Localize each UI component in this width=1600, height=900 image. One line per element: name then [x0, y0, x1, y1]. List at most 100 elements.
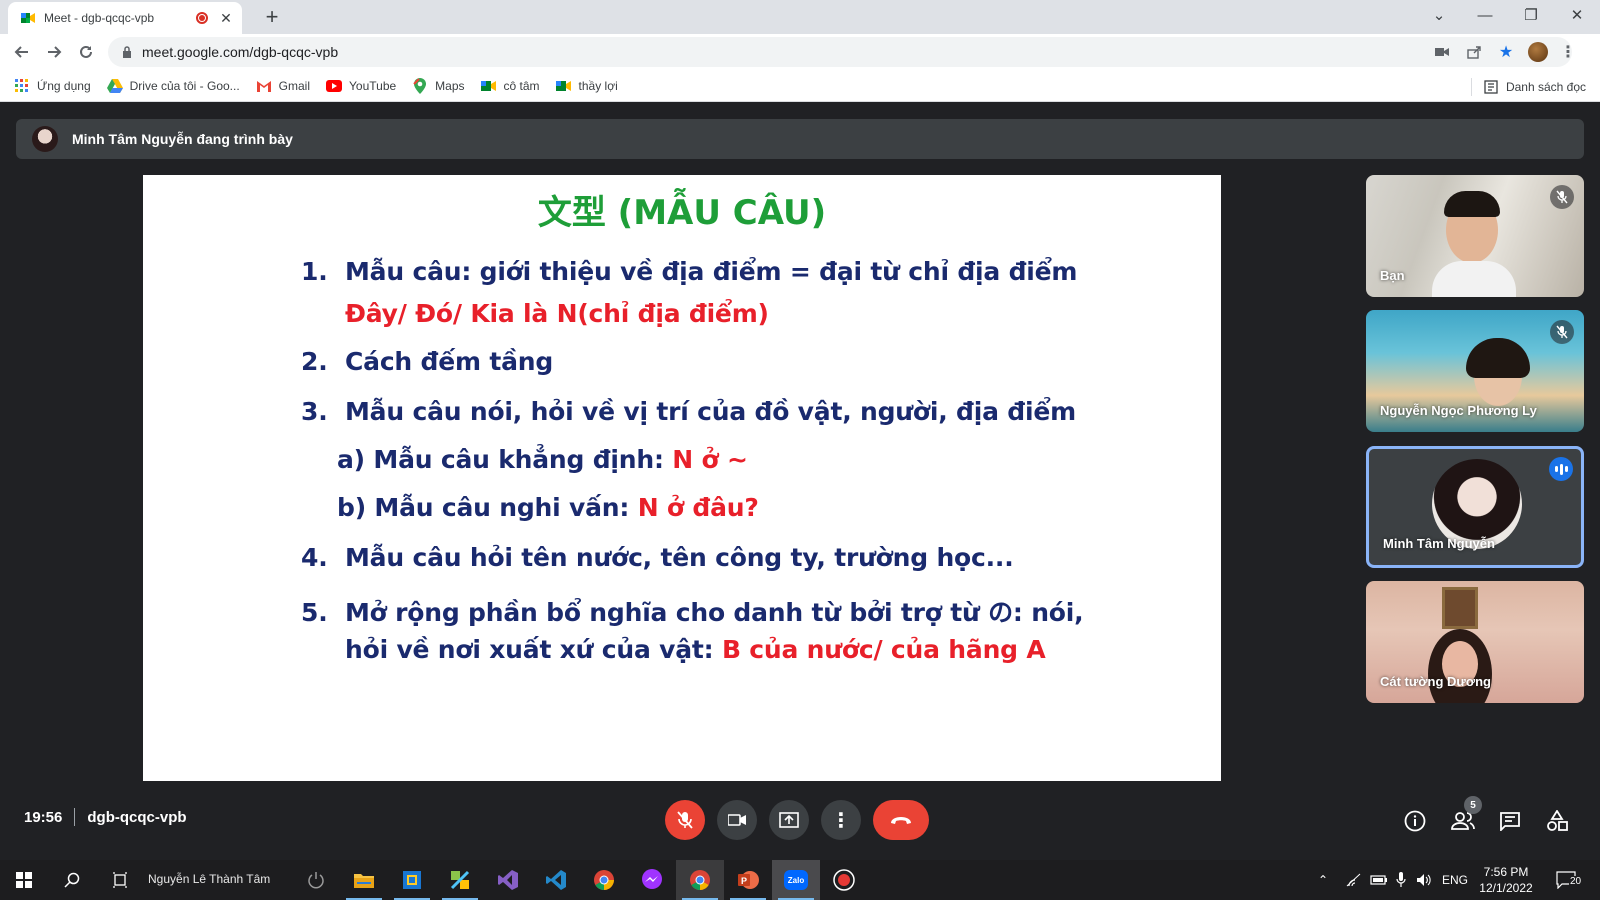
zalo-icon[interactable]: Zalo — [772, 860, 820, 900]
bookmark-star-icon[interactable]: ★ — [1496, 42, 1516, 62]
share-icon[interactable] — [1464, 42, 1484, 62]
participant-count-badge: 5 — [1464, 796, 1482, 814]
chrome-menu-icon[interactable]: ⋮ — [1558, 42, 1578, 62]
bookmark-maps[interactable]: Maps — [412, 77, 465, 94]
microphone-tray-icon[interactable] — [1396, 860, 1406, 900]
power-icon[interactable] — [292, 860, 340, 900]
start-button[interactable] — [0, 860, 48, 900]
url-bar[interactable]: meet.google.com/dgb-qcqc-vpb — [108, 37, 1572, 67]
participant-name: Nguyễn Ngọc Phương Ly — [1380, 403, 1537, 418]
slide-item-red-text: B của nước/ của hãng A — [721, 635, 1046, 664]
restore-button[interactable]: ❐ — [1508, 0, 1554, 30]
activities-button[interactable] — [1544, 808, 1570, 834]
muted-mic-icon — [1550, 185, 1574, 209]
task-view-button[interactable] — [96, 860, 144, 900]
slide-title: 文型 (MẪU CÂU) — [537, 193, 827, 233]
google-chrome-icon[interactable] — [580, 860, 628, 900]
divider — [1470, 78, 1472, 96]
bookmarks-bar: Ứng dụng Drive của tôi - Goo... Gmail Yo… — [0, 70, 1600, 102]
info-icon — [1404, 810, 1426, 832]
taskbar-clock[interactable]: 7:56 PM 12/1/2022 — [1468, 864, 1544, 896]
participant-tile-active-speaker[interactable]: Minh Tâm Nguyễn — [1366, 446, 1584, 568]
google-maps-icon — [412, 77, 428, 94]
bookmark-label: Gmail — [278, 78, 311, 93]
back-button[interactable] — [10, 40, 34, 64]
network-icon[interactable] — [1346, 860, 1362, 900]
slide-item-text: a) Mẫu câu khẳng định: — [337, 445, 673, 474]
new-tab-button[interactable]: + — [260, 4, 284, 30]
file-explorer-icon[interactable] — [340, 860, 388, 900]
show-hidden-icons[interactable]: ⌃ — [1318, 860, 1328, 900]
lock-icon — [123, 46, 131, 58]
present-screen-icon — [779, 812, 799, 828]
tab-title: Meet - dgb-qcqc-vpb — [44, 11, 155, 25]
powerpoint-icon[interactable]: P — [724, 860, 772, 900]
participant-video — [1466, 338, 1530, 378]
present-now-button[interactable] — [769, 800, 809, 840]
show-everyone-button[interactable]: 5 — [1450, 796, 1482, 834]
browser-tab-strip: Meet - dgb-qcqc-vpb ✕ + ⌄ — ❐ ✕ — [0, 0, 1600, 34]
google-chrome-active-icon[interactable] — [676, 860, 724, 900]
slide-item-number: 3. — [301, 397, 328, 426]
tab-close-icon[interactable]: ✕ — [218, 10, 234, 27]
slide-item-number: 1. — [301, 257, 328, 286]
language-indicator[interactable]: ENG — [1442, 860, 1468, 900]
microphone-toggle-button[interactable] — [665, 800, 705, 840]
app-blue-square-icon[interactable] — [388, 860, 436, 900]
bookmark-thay-loi[interactable]: thầy lợi — [555, 78, 618, 94]
reading-list-label: Danh sách đọc — [1505, 80, 1586, 94]
battery-icon[interactable] — [1370, 860, 1388, 900]
task-view-icon — [113, 872, 127, 888]
participant-tile[interactable]: Nguyễn Ngọc Phương Ly — [1366, 310, 1584, 432]
bookmark-label: Maps — [435, 78, 465, 93]
bookmark-co-tam[interactable]: cô tâm — [480, 78, 540, 94]
bookmark-youtube[interactable]: YouTube — [326, 78, 396, 94]
mic-off-icon — [677, 811, 693, 829]
chat-button[interactable] — [1497, 808, 1523, 834]
tab-meet[interactable]: Meet - dgb-qcqc-vpb ✕ — [8, 2, 242, 34]
bookmark-apps[interactable]: Ứng dụng — [14, 78, 91, 94]
camera-in-use-icon[interactable] — [1432, 42, 1452, 62]
apps-grid-icon — [14, 78, 30, 94]
visual-studio-icon[interactable] — [484, 860, 532, 900]
slide-item-red-text: N ở đâu? — [637, 493, 759, 522]
participant-tile[interactable]: Cát tường Dương — [1366, 581, 1584, 703]
slide-item-3a: a) Mẫu câu khẳng định: N ở ~ — [337, 445, 748, 474]
forward-button[interactable] — [42, 40, 66, 64]
meeting-details-button[interactable] — [1402, 808, 1428, 834]
bookmark-gmail[interactable]: Gmail — [256, 78, 310, 94]
profile-avatar[interactable] — [1528, 42, 1548, 62]
slide-item-red-text: Đây/ Đó/ Kia là N(chỉ địa điểm) — [345, 299, 769, 328]
vscode-icon[interactable] — [532, 860, 580, 900]
leave-call-button[interactable] — [873, 800, 929, 840]
chat-icon — [1500, 812, 1520, 831]
app-tools-icon[interactable] — [436, 860, 484, 900]
reading-list-button[interactable]: Danh sách đọc — [1470, 78, 1586, 96]
bookmark-drive[interactable]: Drive của tôi - Goo... — [106, 78, 240, 94]
camera-toggle-button[interactable] — [717, 800, 757, 840]
participant-tile-self[interactable]: Bạn — [1366, 175, 1584, 297]
meeting-info: 19:56 dgb-qcqc-vpb — [24, 808, 187, 826]
more-options-button[interactable]: ⋮ — [821, 800, 861, 840]
messenger-icon[interactable] — [628, 860, 676, 900]
youtube-icon — [326, 78, 343, 94]
slide-item-text: hỏi về nơi xuất xứ của vật: — [345, 635, 722, 664]
reload-button[interactable] — [74, 40, 98, 64]
bookmark-label: thầy lợi — [578, 78, 618, 93]
search-button[interactable] — [48, 860, 96, 900]
notification-count: 20 — [1569, 876, 1583, 887]
meeting-time: 19:56 — [24, 808, 63, 826]
meet-controls-bar: 19:56 dgb-qcqc-vpb ⋮ 5 — [0, 778, 1600, 860]
slide-item-text: Mẫu câu nói, hỏi về vị trí của đồ vật, n… — [345, 397, 1076, 426]
screen-recorder-icon[interactable] — [820, 860, 868, 900]
volume-icon[interactable] — [1416, 860, 1432, 900]
participant-video — [1444, 191, 1500, 217]
close-window-button[interactable]: ✕ — [1554, 0, 1600, 30]
notification-center-button[interactable]: 20 — [1556, 860, 1583, 900]
bookmark-label: YouTube — [349, 78, 397, 93]
tab-search-chevron-icon[interactable]: ⌄ — [1416, 0, 1462, 30]
minimize-button[interactable]: — — [1462, 0, 1508, 30]
svg-text:Zalo: Zalo — [788, 876, 805, 885]
search-icon — [64, 872, 80, 888]
google-meet-icon — [21, 13, 35, 23]
